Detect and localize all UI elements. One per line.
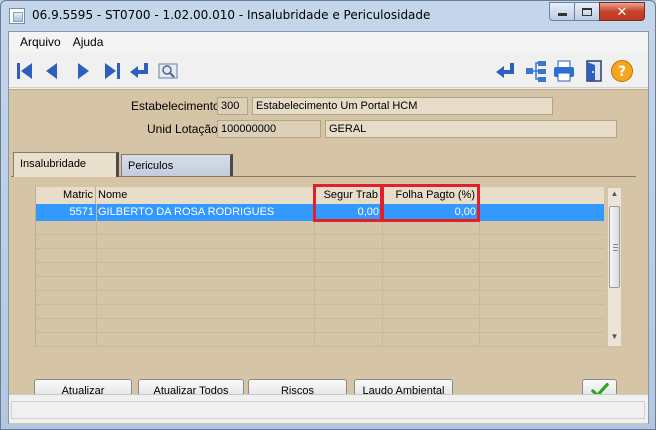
- svg-text:?: ?: [618, 64, 626, 80]
- scroll-thumb[interactable]: [609, 206, 620, 288]
- tab-panel-insalubridade: Matric Nome Segur Trab Folha Pagto (%) 5…: [11, 176, 636, 416]
- tab-insalubridade[interactable]: Insalubridade: [13, 152, 119, 177]
- tree-button[interactable]: [524, 59, 548, 83]
- client-area: Arquivo Ajuda ? Estabelecimento: 300 Est…: [8, 31, 649, 424]
- unid-lotacao-label: Unid Lotação:: [147, 122, 222, 136]
- column-divider: [314, 204, 315, 347]
- search-button[interactable]: [156, 59, 180, 83]
- estabelecimento-name-field[interactable]: Estabelecimento Um Portal HCM: [252, 97, 553, 115]
- menu-ajuda[interactable]: Ajuda: [67, 35, 110, 49]
- tree-icon: [526, 61, 546, 82]
- previous-record-icon: [46, 63, 57, 79]
- estabelecimento-label: Estabelecimento:: [131, 99, 224, 113]
- maximize-button[interactable]: [574, 2, 600, 21]
- cell-nome: GILBERTO DA ROSA RODRIGUES: [98, 206, 275, 218]
- cell-matric: 5571: [69, 206, 94, 218]
- title-bar[interactable]: 06.9.5595 - ST0700 - 1.02.00.010 - Insal…: [1, 1, 655, 31]
- help-icon: ?: [611, 60, 633, 82]
- maximize-icon: [582, 7, 592, 16]
- return-icon: [130, 63, 148, 78]
- grid-vertical-scrollbar[interactable]: ▲ ▼: [607, 187, 622, 347]
- scroll-up-icon[interactable]: ▲: [608, 189, 621, 203]
- header-panel: Estabelecimento: 300 Estabelecimento Um …: [9, 89, 648, 144]
- tab-periculos[interactable]: Periculos: [121, 154, 233, 176]
- unid-lotacao-name-field[interactable]: GERAL: [325, 120, 617, 138]
- minimize-button[interactable]: [549, 2, 575, 21]
- highlight-segur-trab: [313, 184, 383, 222]
- previous-record-button[interactable]: [40, 59, 64, 83]
- first-record-icon: [17, 63, 32, 79]
- thumb-grip: [613, 244, 618, 245]
- exit-button[interactable]: [582, 59, 606, 83]
- app-icon[interactable]: [9, 8, 25, 24]
- menu-arquivo[interactable]: Arquivo: [14, 35, 67, 49]
- empty-row[interactable]: [36, 277, 604, 291]
- next-record-icon: [78, 63, 89, 79]
- close-button[interactable]: ✕: [599, 2, 645, 21]
- thumb-grip: [613, 247, 618, 248]
- print-button[interactable]: [552, 59, 576, 83]
- next-record-button[interactable]: [71, 59, 95, 83]
- search-icon: [158, 63, 178, 79]
- last-record-icon: [105, 63, 120, 79]
- return-right-button[interactable]: [494, 59, 518, 83]
- last-record-button[interactable]: [100, 59, 124, 83]
- exit-icon: [586, 60, 602, 82]
- thumb-grip: [613, 250, 618, 251]
- column-nome[interactable]: Nome: [96, 187, 314, 204]
- application-window: 06.9.5595 - ST0700 - 1.02.00.010 - Insal…: [0, 0, 656, 430]
- column-divider: [479, 204, 480, 347]
- column-divider: [382, 204, 383, 347]
- empty-row[interactable]: [36, 221, 604, 235]
- return-button[interactable]: [128, 59, 152, 83]
- empty-row[interactable]: [36, 263, 604, 277]
- close-icon: ✕: [616, 3, 628, 19]
- status-bar: [9, 394, 648, 423]
- empty-row[interactable]: [36, 249, 604, 263]
- empty-row[interactable]: [36, 291, 604, 305]
- unid-lotacao-code-field[interactable]: 100000000: [217, 120, 321, 138]
- empty-row[interactable]: [36, 305, 604, 319]
- window-title: 06.9.5595 - ST0700 - 1.02.00.010 - Insal…: [32, 8, 431, 22]
- scroll-down-icon[interactable]: ▼: [608, 332, 621, 346]
- status-segment: [11, 401, 645, 419]
- tabs-area: Insalubridade Periculos Matric Nome Segu…: [9, 144, 648, 424]
- return-icon: [496, 63, 514, 78]
- empty-row[interactable]: [36, 235, 604, 249]
- print-icon: [554, 60, 574, 82]
- highlight-folha-pagto: [381, 184, 480, 222]
- menu-bar: Arquivo Ajuda: [9, 32, 648, 52]
- empty-row[interactable]: [36, 333, 604, 347]
- minimize-icon: [557, 13, 567, 16]
- estabelecimento-code-field[interactable]: 300: [217, 97, 248, 115]
- column-matric[interactable]: Matric: [36, 187, 96, 204]
- help-button[interactable]: ?: [610, 59, 634, 83]
- employees-grid: Matric Nome Segur Trab Folha Pagto (%) 5…: [35, 184, 604, 347]
- column-divider: [96, 204, 97, 347]
- first-record-button[interactable]: [13, 59, 37, 83]
- empty-row[interactable]: [36, 319, 604, 333]
- toolbar: ?: [9, 52, 648, 88]
